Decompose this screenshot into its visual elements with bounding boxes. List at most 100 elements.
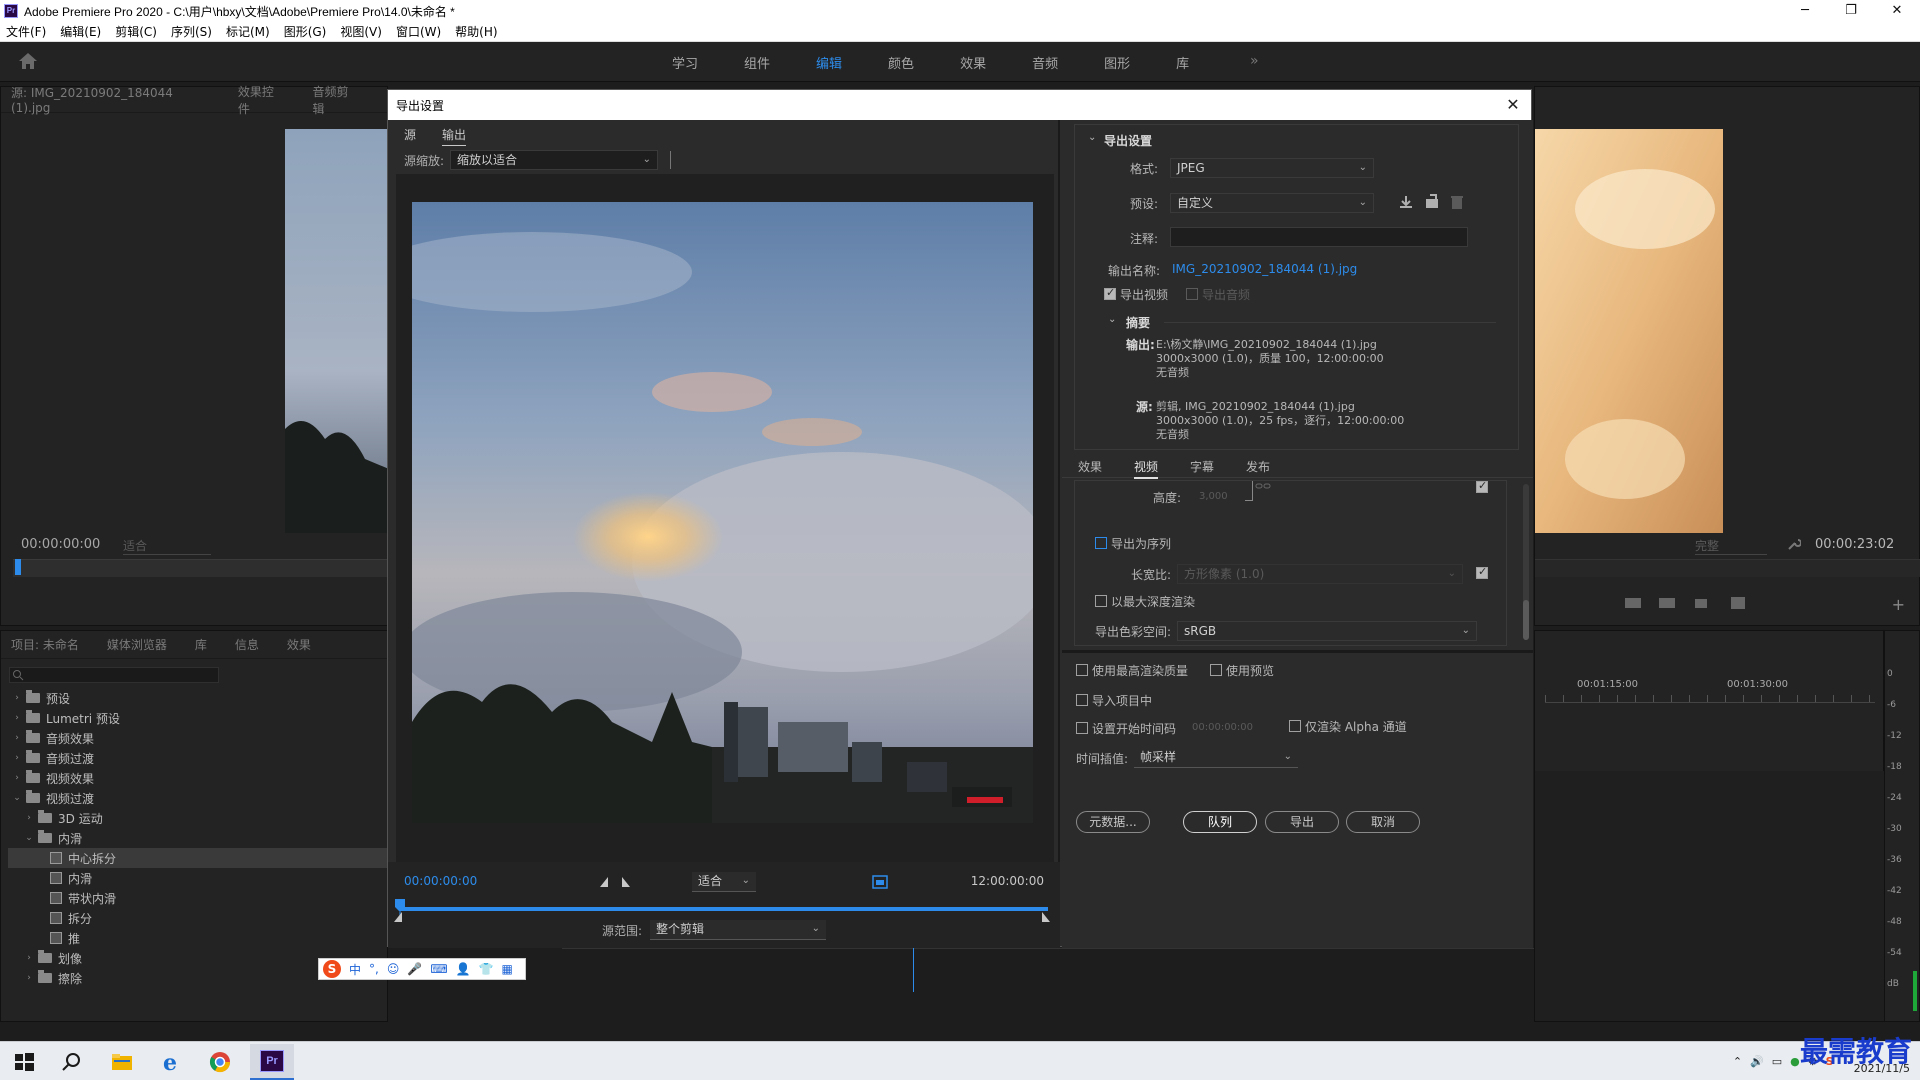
chevron-right-icon[interactable]: ›: [12, 713, 22, 723]
set-out-point-icon[interactable]: [620, 876, 632, 888]
format-dropdown[interactable]: JPEG ⌄: [1170, 158, 1374, 178]
max-quality-checkbox[interactable]: [1076, 664, 1088, 676]
chevron-down-icon[interactable]: ⌄: [1108, 314, 1116, 325]
add-button-icon[interactable]: +: [1892, 595, 1905, 614]
chevron-right-icon[interactable]: ›: [24, 973, 34, 983]
comment-input[interactable]: [1170, 227, 1468, 247]
delete-preset-icon[interactable]: [1450, 194, 1464, 210]
tab-publish-settings[interactable]: 发布: [1246, 458, 1270, 475]
source-scrub-bar[interactable]: [13, 559, 389, 577]
program-scrub-bar[interactable]: [1535, 559, 1920, 577]
workspace-tab-learning[interactable]: 学习: [672, 53, 698, 72]
workspace-tab-effects[interactable]: 效果: [960, 53, 986, 72]
alpha-only-checkbox[interactable]: [1289, 720, 1301, 732]
tab-output-preview[interactable]: 输出: [442, 126, 467, 146]
sogou-logo-icon[interactable]: S: [323, 960, 341, 978]
cancel-button[interactable]: 取消: [1346, 811, 1420, 833]
export-button[interactable]: 导出: [1265, 811, 1339, 833]
tab-media-browser[interactable]: 媒体浏览器: [107, 636, 167, 653]
effect-item[interactable]: 带状内滑: [8, 888, 388, 908]
metadata-button[interactable]: 元数据...: [1076, 811, 1150, 833]
effects-folder[interactable]: › Lumetri 预设: [8, 708, 388, 728]
effect-item[interactable]: 内滑: [8, 868, 388, 888]
wrench-icon[interactable]: [1787, 537, 1801, 551]
menu-sequence[interactable]: 序列(S): [171, 23, 212, 40]
chevron-right-icon[interactable]: ›: [12, 753, 22, 763]
tab-source-preview[interactable]: 源: [404, 126, 416, 146]
source-zoom-dropdown[interactable]: 适合: [123, 537, 211, 555]
chevron-right-icon[interactable]: ›: [24, 953, 34, 963]
source-range-dropdown[interactable]: 整个剪辑 ⌄: [650, 920, 827, 940]
chevron-right-icon[interactable]: ›: [24, 813, 34, 823]
tab-source[interactable]: 源: IMG_20210902_184044 (1).jpg: [11, 84, 210, 115]
workspace-tab-assembly[interactable]: 组件: [744, 53, 770, 72]
program-timecode[interactable]: 00:00:23:02: [1815, 537, 1894, 552]
chrome-browser-icon[interactable]: [208, 1050, 232, 1074]
dialog-close-button[interactable]: ✕: [1503, 95, 1523, 115]
output-name-link[interactable]: IMG_20210902_184044 (1).jpg: [1172, 262, 1357, 276]
timeline-ruler[interactable]: [1545, 695, 1875, 703]
menu-view[interactable]: 视图(V): [340, 23, 382, 40]
tab-project[interactable]: 项目: 未命名: [11, 636, 79, 653]
ime-user-icon[interactable]: 👤: [456, 962, 471, 976]
source-scaling-dropdown[interactable]: 缩放以适合 ⌄: [450, 150, 659, 170]
tab-info[interactable]: 信息: [235, 636, 259, 653]
network-icon[interactable]: ▭: [1772, 1055, 1782, 1068]
out-point-handle[interactable]: [1042, 912, 1050, 922]
tab-audio-clip-mixer[interactable]: 音频剪辑: [312, 83, 359, 117]
ime-skin-icon[interactable]: 👕: [479, 962, 494, 976]
tab-effect-controls[interactable]: 效果控件: [238, 83, 285, 117]
timeline-track-area[interactable]: [1535, 771, 1885, 1021]
maximize-button[interactable]: ❐: [1828, 0, 1874, 22]
file-explorer-icon[interactable]: [110, 1050, 134, 1074]
max-depth-checkbox[interactable]: [1095, 595, 1107, 607]
menu-window[interactable]: 窗口(W): [396, 23, 441, 40]
aspect-match-checkbox[interactable]: [1476, 565, 1488, 579]
effect-item[interactable]: 拆分: [8, 908, 388, 928]
effect-item[interactable]: 推: [8, 928, 388, 948]
colorspace-dropdown[interactable]: sRGB ⌄: [1177, 621, 1477, 641]
workspace-tab-audio[interactable]: 音频: [1032, 53, 1058, 72]
source-playhead[interactable]: [15, 559, 21, 575]
menu-help[interactable]: 帮助(H): [455, 23, 497, 40]
windows-start-icon[interactable]: [12, 1050, 36, 1074]
edge-browser-icon[interactable]: e: [160, 1050, 184, 1074]
queue-button[interactable]: 队列: [1183, 811, 1257, 833]
effects-folder[interactable]: › 视频效果: [8, 768, 388, 788]
effects-folder[interactable]: ⌄ 内滑: [8, 828, 388, 848]
chevron-down-icon[interactable]: ⌄: [12, 793, 22, 803]
effect-item[interactable]: 中心拆分: [8, 848, 388, 868]
chain-link-icon[interactable]: [1255, 481, 1271, 491]
tray-up-arrow-icon[interactable]: ⌃: [1733, 1055, 1742, 1068]
tab-captions-settings[interactable]: 字幕: [1190, 458, 1214, 475]
import-project-checkbox[interactable]: [1076, 694, 1088, 706]
menu-clip[interactable]: 剪辑(C): [115, 23, 157, 40]
set-in-point-icon[interactable]: [598, 876, 610, 888]
tab-video-settings[interactable]: 视频: [1134, 458, 1159, 479]
ime-chinese-mode[interactable]: 中: [349, 961, 361, 978]
effects-folder[interactable]: › 3D 运动: [8, 808, 388, 828]
program-quality-dropdown[interactable]: 完整: [1695, 537, 1767, 555]
menu-file[interactable]: 文件(F): [6, 23, 46, 40]
effects-search-input[interactable]: [9, 667, 219, 683]
height-value[interactable]: 3,000: [1199, 491, 1228, 502]
effects-folder[interactable]: › 音频效果: [8, 728, 388, 748]
more-workspaces-icon[interactable]: »: [1250, 53, 1259, 69]
workspace-tab-color[interactable]: 颜色: [888, 53, 914, 72]
start-tc-value[interactable]: 00:00:00:00: [1192, 722, 1253, 733]
tab-libraries[interactable]: 库: [195, 636, 207, 653]
export-frame-icon[interactable]: [1625, 595, 1775, 611]
fit-dropdown[interactable]: 适合 ⌄: [692, 872, 756, 892]
search-icon[interactable]: [60, 1050, 84, 1074]
ime-emoji-icon[interactable]: ☺: [387, 962, 400, 976]
chevron-right-icon[interactable]: ›: [12, 693, 22, 703]
ime-keyboard-icon[interactable]: ⌨: [430, 962, 447, 976]
ime-voice-icon[interactable]: 🎤: [407, 962, 422, 976]
export-as-sequence-checkbox[interactable]: [1095, 537, 1107, 549]
effects-folder[interactable]: ⌄ 视频过渡: [8, 788, 388, 808]
chevron-right-icon[interactable]: ›: [12, 733, 22, 743]
close-window-button[interactable]: ✕: [1874, 0, 1920, 22]
menu-edit[interactable]: 编辑(E): [60, 23, 101, 40]
set-start-tc-checkbox[interactable]: [1076, 722, 1088, 734]
minimize-button[interactable]: ─: [1782, 0, 1828, 22]
